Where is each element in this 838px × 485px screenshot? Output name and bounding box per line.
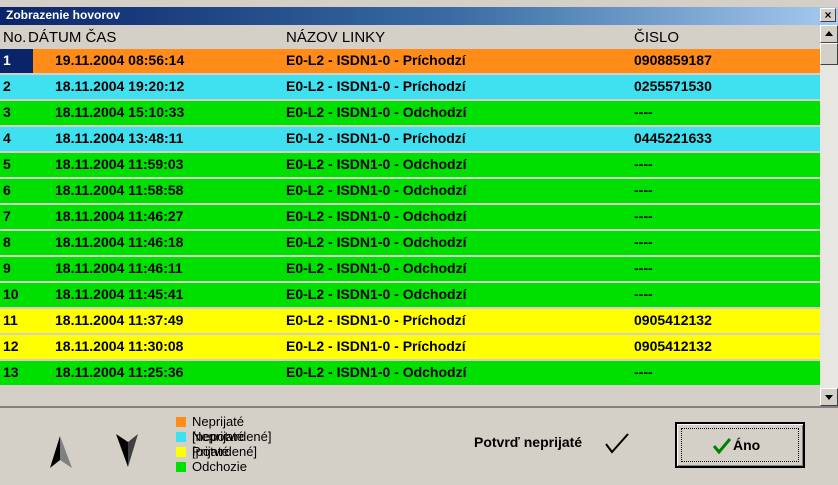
row-line-name: E0-L2 - ISDN1-0 - Odchodzí xyxy=(286,182,467,198)
row-datetime: 18.11.2004 11:58:58 xyxy=(55,182,184,198)
row-phone-number: ---- xyxy=(634,104,653,120)
row-line-name: E0-L2 - ISDN1-0 - Odchodzí xyxy=(286,104,467,120)
row-number: 13 xyxy=(3,364,19,380)
row-phone-number: 0255571530 xyxy=(634,78,712,94)
row-line-name: E0-L2 - ISDN1-0 - Príchodzí xyxy=(286,338,466,354)
row-phone-number: ---- xyxy=(634,234,653,250)
yes-button[interactable]: Áno xyxy=(675,422,805,468)
vertical-scrollbar[interactable] xyxy=(820,25,838,406)
row-datetime: 18.11.2004 11:37:49 xyxy=(55,312,184,328)
row-number: 12 xyxy=(3,338,19,354)
row-number: 7 xyxy=(3,208,11,224)
row-datetime: 18.11.2004 19:20:12 xyxy=(55,78,185,94)
row-line-name: E0-L2 - ISDN1-0 - Odchodzí xyxy=(286,156,467,172)
table-row[interactable]: 10 18.11.2004 11:45:41 E0-L2 - ISDN1-0 - O… xyxy=(0,283,820,307)
row-number: 10 xyxy=(3,286,19,302)
table-row[interactable]: 4 18.11.2004 13:48:11 E0-L2 - ISDN1-0 - Pr… xyxy=(0,127,820,151)
row-phone-number: ---- xyxy=(634,364,653,380)
calls-window: Zobrazenie hovorov × No. DÁTUM ČAS NÁZOV… xyxy=(0,0,838,485)
row-number: 8 xyxy=(3,234,11,250)
arrow-down-icon[interactable] xyxy=(112,434,142,468)
row-datetime: 18.11.2004 11:46:11 xyxy=(55,260,183,276)
table-row[interactable]: 6 18.11.2004 11:58:58 E0-L2 - ISDN1-0 - Od… xyxy=(0,179,820,203)
row-number: 9 xyxy=(3,260,11,276)
table-row[interactable]: 11 18.11.2004 11:37:49 E0-L2 - ISDN1-0 - P… xyxy=(0,309,820,333)
row-datetime: 18.11.2004 11:46:18 xyxy=(55,234,184,250)
row-number: 11 xyxy=(3,312,18,328)
row-datetime: 18.11.2004 11:59:03 xyxy=(55,156,184,172)
row-datetime: 19.11.2004 08:56:14 xyxy=(55,52,185,68)
col-header-no[interactable]: No. xyxy=(3,29,26,46)
row-phone-number: 0905412132 xyxy=(634,338,712,354)
row-number: 2 xyxy=(3,78,11,94)
row-line-name: E0-L2 - ISDN1-0 - Odchodzí xyxy=(286,208,467,224)
row-phone-number: ---- xyxy=(634,286,653,302)
row-line-name: E0-L2 - ISDN1-0 - Príchodzí xyxy=(286,78,466,94)
table-row[interactable]: 5 18.11.2004 11:59:03 E0-L2 - ISDN1-0 - Od… xyxy=(0,153,820,177)
table-row[interactable]: 3 18.11.2004 15:10:33 E0-L2 - ISDN1-0 - Od… xyxy=(0,101,820,125)
legend-label: Odchozie xyxy=(192,459,247,474)
table-row[interactable]: 9 18.11.2004 11:46:11 E0-L2 - ISDN1-0 - Od… xyxy=(0,257,820,281)
row-phone-number: ---- xyxy=(634,182,653,198)
checkmark-icon[interactable] xyxy=(604,432,630,456)
row-datetime: 18.11.2004 11:46:27 xyxy=(55,208,184,224)
bottom-panel: Neprijaté [nepotvrdené] Neprijaté [potvr… xyxy=(0,406,838,485)
scroll-down-arrow-icon xyxy=(825,395,833,400)
row-datetime: 18.11.2004 11:25:36 xyxy=(55,364,184,380)
arrow-up-icon[interactable] xyxy=(44,436,74,470)
row-phone-number: 0908859187 xyxy=(634,52,712,68)
grid-header: No. DÁTUM ČAS NÁZOV LINKY ČISLO xyxy=(0,25,820,49)
row-phone-number: ---- xyxy=(634,208,653,224)
yes-button-label: Áno xyxy=(733,437,761,453)
row-phone-number: 0445221633 xyxy=(634,130,712,146)
table-row[interactable]: 2 18.11.2004 19:20:12 E0-L2 - ISDN1-0 - Pr… xyxy=(0,75,820,99)
row-number: 5 xyxy=(3,156,11,172)
col-header-datetime[interactable]: DÁTUM ČAS xyxy=(28,29,116,46)
table-row[interactable]: 12 18.11.2004 11:30:08 E0-L2 - ISDN1-0 - P… xyxy=(0,335,820,359)
scroll-up-arrow-icon xyxy=(825,31,833,36)
row-phone-number: 0905412132 xyxy=(634,312,712,328)
col-header-line[interactable]: NÁZOV LINKY xyxy=(286,29,385,46)
legend-swatch-missed-confirmed xyxy=(176,432,186,442)
legend-swatch-missed-unconfirmed xyxy=(176,417,186,427)
legend-swatch-received xyxy=(176,447,186,457)
table-row[interactable]: 8 18.11.2004 11:46:18 E0-L2 - ISDN1-0 - Od… xyxy=(0,231,820,255)
close-button[interactable]: × xyxy=(820,8,836,22)
row-number: 3 xyxy=(3,104,11,120)
confirm-missed-label: Potvrď neprijaté xyxy=(474,434,583,450)
row-number: 1 xyxy=(0,49,33,73)
green-check-icon xyxy=(713,438,731,454)
calls-grid: No. DÁTUM ČAS NÁZOV LINKY ČISLO 1 19.11.2… xyxy=(0,25,820,406)
row-line-name: E0-L2 - ISDN1-0 - Odchodzí xyxy=(286,260,467,276)
table-row[interactable]: 7 18.11.2004 11:46:27 E0-L2 - ISDN1-0 - Od… xyxy=(0,205,820,229)
row-phone-number: ---- xyxy=(634,260,653,276)
row-line-name: E0-L2 - ISDN1-0 - Odchodzí xyxy=(286,286,467,302)
row-line-name: E0-L2 - ISDN1-0 - Odchodzí xyxy=(286,234,467,250)
scroll-down-button[interactable] xyxy=(820,388,838,406)
row-line-name: E0-L2 - ISDN1-0 - Príchodzí xyxy=(286,52,466,68)
row-datetime: 18.11.2004 11:45:41 xyxy=(55,286,184,302)
row-line-name: E0-L2 - ISDN1-0 - Odchodzí xyxy=(286,364,467,380)
table-row[interactable]: 13 18.11.2004 11:25:36 E0-L2 - ISDN1-0 - O… xyxy=(0,361,820,385)
scroll-up-button[interactable] xyxy=(820,25,838,43)
row-datetime: 18.11.2004 11:30:08 xyxy=(55,338,184,354)
window-title: Zobrazenie hovorov xyxy=(6,8,121,22)
row-line-name: E0-L2 - ISDN1-0 - Príchodzí xyxy=(286,130,466,146)
row-number: 6 xyxy=(3,182,11,198)
legend-swatch-outgoing xyxy=(176,462,186,472)
title-bar: Zobrazenie hovorov × xyxy=(0,7,838,25)
table-row[interactable]: 1 19.11.2004 08:56:14 E0-L2 - ISDN1-0 - Pr… xyxy=(0,49,820,73)
legend-label: Prijaté xyxy=(192,444,229,459)
row-line-name: E0-L2 - ISDN1-0 - Príchodzí xyxy=(286,312,466,328)
row-number: 4 xyxy=(3,130,11,146)
scroll-thumb[interactable] xyxy=(820,43,838,65)
col-header-number[interactable]: ČISLO xyxy=(634,29,679,46)
row-datetime: 18.11.2004 13:48:11 xyxy=(55,130,184,146)
row-datetime: 18.11.2004 15:10:33 xyxy=(55,104,185,120)
row-phone-number: ---- xyxy=(634,156,653,172)
